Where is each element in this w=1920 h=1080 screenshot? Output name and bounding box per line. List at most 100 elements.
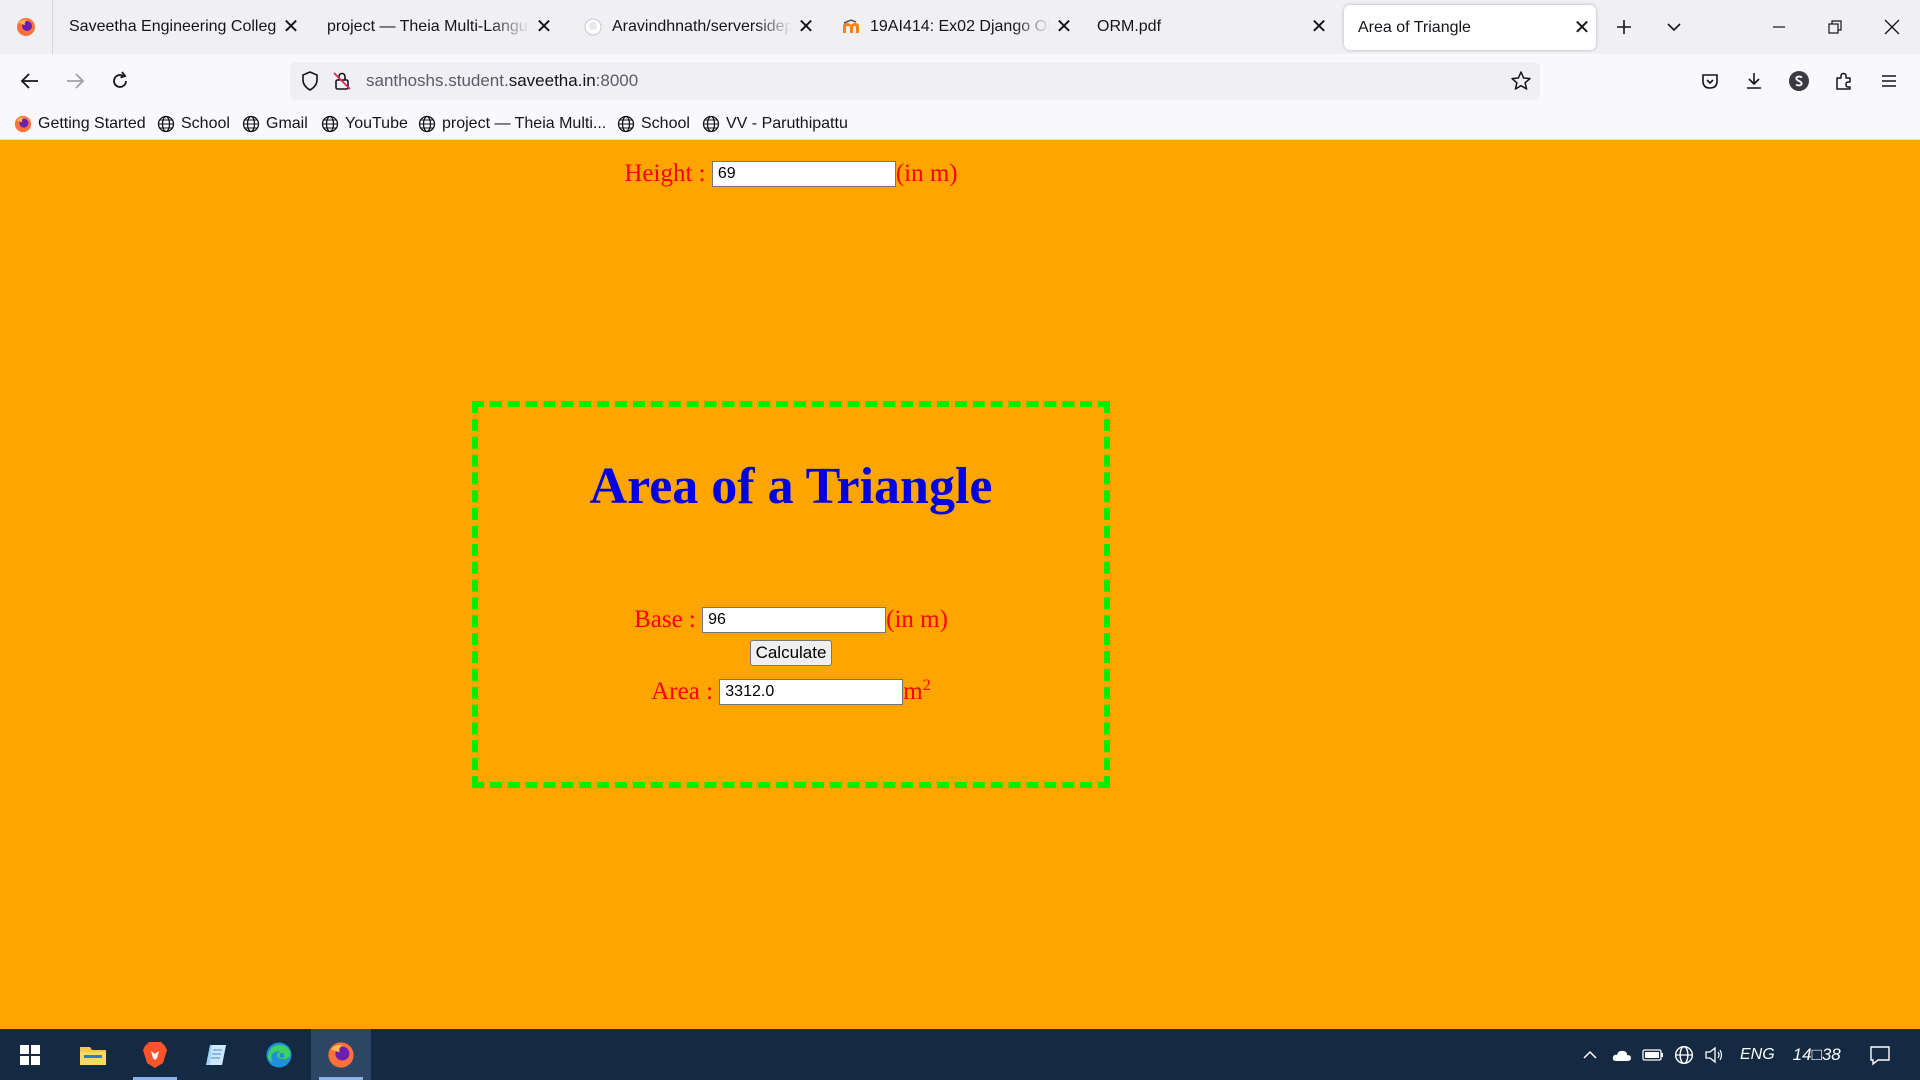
height-input[interactable] — [711, 161, 896, 187]
tab-title: Area of Triangle — [1358, 18, 1471, 36]
area-unit-exponent: 2 — [922, 677, 931, 694]
forward-button[interactable] — [55, 62, 95, 100]
clock[interactable]: 14□38 — [1793, 1045, 1841, 1065]
windows-taskbar: ENG 14□38 — [0, 1029, 1920, 1080]
folder-icon — [80, 1046, 106, 1065]
close-icon[interactable]: ✕ — [1050, 17, 1078, 37]
bookmark-label: Gmail — [266, 115, 308, 132]
notebook-icon — [206, 1044, 226, 1065]
tab-area-of-triangle[interactable]: Area of Triangle ✕ — [1344, 5, 1596, 50]
tab-saveetha[interactable]: Saveetha Engineering College ✕ — [55, 4, 305, 50]
firefox-icon — [17, 18, 35, 36]
bookmark-gmail[interactable]: Gmail — [242, 108, 308, 140]
insecure-lock-icon[interactable] — [332, 71, 352, 96]
tab-title: project — Theia Multi-Language — [327, 18, 530, 35]
taskbar-edge[interactable] — [249, 1029, 309, 1080]
globe-icon — [242, 115, 260, 133]
close-icon[interactable]: ✕ — [1568, 18, 1596, 38]
close-icon[interactable]: ✕ — [277, 17, 305, 37]
firefox-icon — [328, 1041, 354, 1068]
app-menu-button[interactable] — [1869, 62, 1909, 100]
list-all-tabs-button[interactable] — [1654, 8, 1694, 46]
tab-orm-pdf[interactable]: ORM.pdf ✕ — [1083, 4, 1333, 50]
account-button[interactable] — [1779, 62, 1819, 100]
bookmark-label: project — Theia Multi... — [442, 115, 607, 132]
onedrive-icon[interactable] — [1612, 1048, 1632, 1062]
firefox-view-button[interactable] — [0, 0, 53, 54]
bookmark-youtube[interactable]: YouTube — [321, 108, 408, 140]
chevron-up-icon — [1583, 1050, 1597, 1059]
taskbar-brave[interactable] — [125, 1029, 185, 1080]
height-row: Height : (in m) — [478, 159, 1104, 189]
bookmark-label: School — [641, 115, 690, 132]
new-tab-button[interactable] — [1604, 8, 1644, 46]
navigation-toolbar: santhoshs.student.saveetha.in:8000 — [0, 54, 1920, 108]
close-icon[interactable]: ✕ — [792, 17, 820, 37]
page-content: Area of a Triangle Height : (in m) Base … — [0, 141, 1920, 1029]
download-icon — [1747, 73, 1761, 89]
bookmark-vv-paruthipattu[interactable]: VV - Paruthipattu — [702, 108, 848, 140]
pocket-button[interactable] — [1690, 62, 1730, 100]
start-button[interactable] — [0, 1029, 60, 1080]
url-text[interactable]: santhoshs.student.saveetha.in:8000 — [366, 62, 638, 100]
bookmark-project-theia[interactable]: project — Theia Multi... — [418, 108, 606, 140]
taskbar-firefox[interactable] — [311, 1029, 371, 1080]
tab-strip: Saveetha Engineering College ✕ project —… — [0, 0, 1920, 54]
forward-arrow-icon — [67, 73, 85, 89]
area-output[interactable] — [719, 679, 904, 705]
reload-icon — [113, 71, 127, 88]
area-unit-base: m — [903, 678, 923, 705]
downloads-button[interactable] — [1734, 62, 1774, 100]
globe-icon — [321, 115, 339, 133]
bookmarks-toolbar: Getting Started School Gmail YouTube pro… — [0, 108, 1920, 140]
globe-icon — [418, 115, 436, 133]
calculate-button[interactable]: Calculate — [749, 640, 833, 666]
triangle-calculator-form: Area of a Triangle Height : (in m) Base … — [472, 160, 1110, 788]
volume-icon[interactable] — [1704, 1046, 1724, 1064]
moodle-icon — [842, 18, 860, 36]
close-icon[interactable]: ✕ — [1305, 17, 1333, 37]
base-unit: (in m) — [886, 606, 948, 633]
close-icon — [1884, 19, 1900, 35]
notification-center-button[interactable] — [1869, 1044, 1891, 1066]
show-hidden-icons-button[interactable] — [1582, 1047, 1598, 1063]
extensions-button[interactable] — [1824, 62, 1864, 100]
minimize-button[interactable] — [1751, 0, 1807, 54]
battery-icon[interactable] — [1642, 1048, 1664, 1062]
tab-github[interactable]: Aravindhnath/serversideprogram ✕ — [570, 4, 820, 50]
input-language[interactable]: ENG — [1740, 1046, 1775, 1064]
bookmark-school-2[interactable]: School — [617, 108, 690, 140]
bookmark-star-icon[interactable] — [1510, 70, 1532, 97]
page-title: Area of a Triangle — [589, 458, 993, 515]
windows-logo-icon — [20, 1044, 40, 1065]
base-row: Base : (in m) — [478, 605, 1104, 635]
base-input[interactable] — [702, 607, 887, 633]
address-bar[interactable]: santhoshs.student.saveetha.in:8000 — [290, 62, 1540, 100]
bookmark-label: School — [181, 115, 230, 132]
close-window-button[interactable] — [1864, 0, 1920, 54]
bookmark-getting-started[interactable]: Getting Started — [14, 108, 146, 140]
back-button[interactable] — [10, 62, 50, 100]
edge-icon — [266, 1042, 292, 1067]
url-port: :8000 — [595, 71, 639, 90]
taskbar-file-explorer[interactable] — [63, 1029, 123, 1080]
area-label: Area : — [651, 678, 714, 705]
bookmark-label: Getting Started — [38, 115, 146, 132]
tab-theia[interactable]: project — Theia Multi-Language ✕ — [313, 4, 558, 50]
puzzle-icon — [1836, 72, 1851, 90]
back-arrow-icon — [20, 73, 38, 89]
tab-django-orm[interactable]: 19AI414: Ex02 Django ORM ✕ — [828, 4, 1078, 50]
calculate-row: Calculate — [478, 638, 1104, 668]
close-icon[interactable]: ✕ — [530, 17, 558, 37]
system-tray: ENG 14□38 — [1582, 1029, 1891, 1080]
restore-button[interactable] — [1807, 0, 1863, 54]
area-unit: m2 — [903, 678, 930, 706]
url-subdomain: santhoshs.student. — [366, 71, 509, 90]
shield-icon[interactable] — [300, 71, 320, 96]
bookmark-school[interactable]: School — [157, 108, 230, 140]
globe-icon — [702, 115, 720, 133]
firefox-icon — [14, 115, 32, 133]
network-globe-icon[interactable] — [1674, 1045, 1694, 1065]
taskbar-notes-app[interactable] — [187, 1029, 247, 1080]
reload-button[interactable] — [100, 62, 140, 100]
